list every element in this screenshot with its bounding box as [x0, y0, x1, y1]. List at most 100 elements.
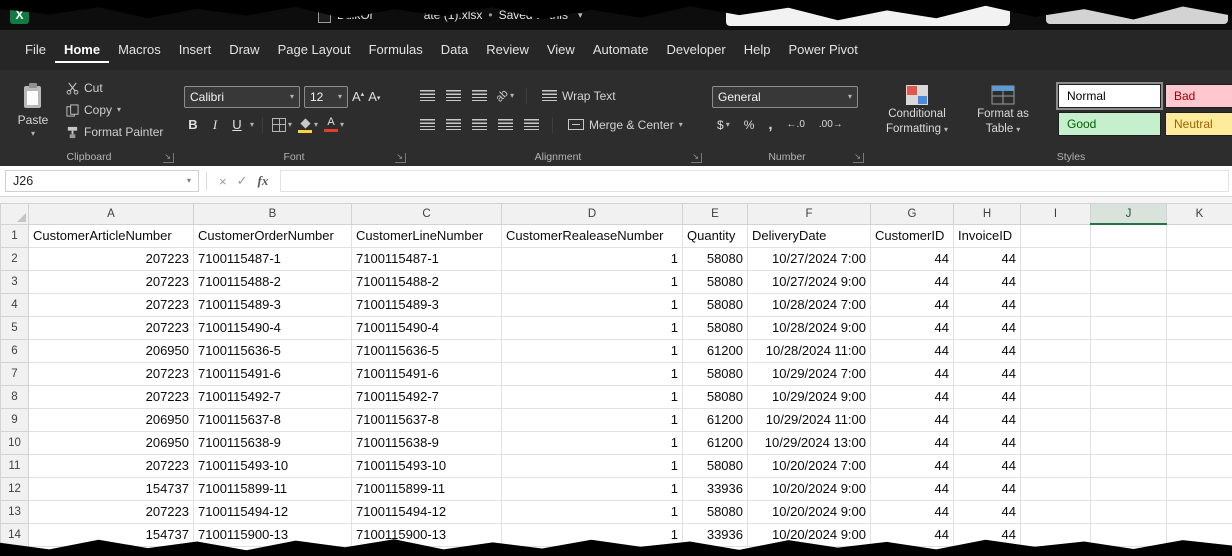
cell-F2[interactable]: 10/27/2024 7:00: [748, 248, 871, 271]
cell-K2[interactable]: [1167, 248, 1232, 271]
cell-style-good[interactable]: Good: [1058, 112, 1161, 136]
clipboard-dialog-launcher-icon[interactable]: ↘: [163, 153, 174, 163]
cell-J11[interactable]: [1091, 455, 1167, 478]
menu-tab-page-layout[interactable]: Page Layout: [269, 37, 360, 64]
number-format-select[interactable]: General ▾: [712, 86, 858, 108]
cell-A5[interactable]: 207223: [29, 317, 194, 340]
comma-style-button[interactable]: ,: [763, 115, 777, 135]
cell-B11[interactable]: 7100115493-10: [194, 455, 352, 478]
menu-tab-data[interactable]: Data: [432, 37, 477, 64]
bold-button[interactable]: B: [184, 117, 202, 132]
cell-H14[interactable]: 44: [954, 524, 1021, 547]
cell-E1[interactable]: Quantity: [683, 224, 748, 248]
merge-center-button[interactable]: Merge & Center ▾: [563, 114, 688, 136]
cell-E11[interactable]: 58080: [683, 455, 748, 478]
cell-K10[interactable]: [1167, 432, 1232, 455]
cell-B13[interactable]: 7100115494-12: [194, 501, 352, 524]
cell-H11[interactable]: 44: [954, 455, 1021, 478]
row-header-4[interactable]: 4: [1, 294, 29, 317]
cell-D10[interactable]: 1: [502, 432, 683, 455]
row-header-6[interactable]: 6: [1, 340, 29, 363]
cell-E14[interactable]: 33936: [683, 524, 748, 547]
cell-A2[interactable]: 207223: [29, 248, 194, 271]
cell-E6[interactable]: 61200: [683, 340, 748, 363]
align-right-button[interactable]: [468, 115, 490, 135]
cell-F11[interactable]: 10/20/2024 7:00: [748, 455, 871, 478]
conditional-formatting-button[interactable]: Conditional Formatting▾: [874, 73, 960, 147]
cell-D12[interactable]: 1: [502, 478, 683, 501]
cell-I1[interactable]: [1021, 224, 1091, 248]
search-box[interactable]: [726, 4, 1010, 26]
borders-button[interactable]: ▾: [271, 115, 293, 135]
font-color-button[interactable]: A ▾: [323, 115, 345, 135]
insert-function-icon[interactable]: fx: [253, 173, 274, 189]
cell-J6[interactable]: [1091, 340, 1167, 363]
align-bottom-button[interactable]: [468, 86, 490, 106]
row-header-3[interactable]: 3: [1, 271, 29, 294]
cell-A10[interactable]: 206950: [29, 432, 194, 455]
cell-H9[interactable]: 44: [954, 409, 1021, 432]
cell-A7[interactable]: 207223: [29, 363, 194, 386]
cell-E7[interactable]: 58080: [683, 363, 748, 386]
row-header-5[interactable]: 5: [1, 317, 29, 340]
cell-style-bad[interactable]: Bad: [1165, 84, 1232, 108]
cell-H1[interactable]: InvoiceID: [954, 224, 1021, 248]
italic-button[interactable]: I: [206, 117, 224, 133]
select-all-corner[interactable]: [1, 204, 29, 225]
cell-B12[interactable]: 7100115899-11: [194, 478, 352, 501]
cell-D6[interactable]: 1: [502, 340, 683, 363]
percent-style-button[interactable]: %: [739, 115, 760, 135]
cell-H8[interactable]: 44: [954, 386, 1021, 409]
cell-C8[interactable]: 7100115492-7: [352, 386, 502, 409]
underline-button[interactable]: U: [228, 117, 246, 132]
cell-F7[interactable]: 10/29/2024 7:00: [748, 363, 871, 386]
cell-J14[interactable]: [1091, 524, 1167, 547]
font-family-select[interactable]: Calibri ▾: [184, 86, 300, 108]
cell-C10[interactable]: 7100115638-9: [352, 432, 502, 455]
chevron-down-icon[interactable]: ▾: [187, 177, 191, 185]
cell-B2[interactable]: 7100115487-1: [194, 248, 352, 271]
number-dialog-launcher-icon[interactable]: ↘: [853, 153, 864, 163]
cell-B7[interactable]: 7100115491-6: [194, 363, 352, 386]
cell-J10[interactable]: [1091, 432, 1167, 455]
row-header-12[interactable]: 12: [1, 478, 29, 501]
cell-H3[interactable]: 44: [954, 271, 1021, 294]
cell-D2[interactable]: 1: [502, 248, 683, 271]
cell-style-normal[interactable]: Normal: [1058, 84, 1161, 108]
menu-tab-developer[interactable]: Developer: [657, 37, 734, 64]
cell-J12[interactable]: [1091, 478, 1167, 501]
cell-I14[interactable]: [1021, 524, 1091, 547]
menu-tab-help[interactable]: Help: [735, 37, 780, 64]
cell-J9[interactable]: [1091, 409, 1167, 432]
cell-J8[interactable]: [1091, 386, 1167, 409]
col-header-J[interactable]: J: [1091, 204, 1167, 225]
cell-G2[interactable]: 44: [871, 248, 954, 271]
cell-G10[interactable]: 44: [871, 432, 954, 455]
row-header-7[interactable]: 7: [1, 363, 29, 386]
cell-G5[interactable]: 44: [871, 317, 954, 340]
cell-F13[interactable]: 10/20/2024 9:00: [748, 501, 871, 524]
cell-F14[interactable]: 10/20/2024 9:00: [748, 524, 871, 547]
col-header-K[interactable]: K: [1167, 204, 1232, 225]
menu-tab-automate[interactable]: Automate: [584, 37, 658, 64]
cell-B1[interactable]: CustomerOrderNumber: [194, 224, 352, 248]
cell-I7[interactable]: [1021, 363, 1091, 386]
cell-D4[interactable]: 1: [502, 294, 683, 317]
cell-H13[interactable]: 44: [954, 501, 1021, 524]
cell-H10[interactable]: 44: [954, 432, 1021, 455]
cell-C12[interactable]: 7100115899-11: [352, 478, 502, 501]
menu-tab-macros[interactable]: Macros: [109, 37, 170, 64]
col-header-G[interactable]: G: [871, 204, 954, 225]
align-center-button[interactable]: [442, 115, 464, 135]
cell-H2[interactable]: 44: [954, 248, 1021, 271]
col-header-D[interactable]: D: [502, 204, 683, 225]
cell-I10[interactable]: [1021, 432, 1091, 455]
cell-F8[interactable]: 10/29/2024 9:00: [748, 386, 871, 409]
cell-E5[interactable]: 58080: [683, 317, 748, 340]
menu-tab-home[interactable]: Home: [55, 37, 109, 64]
decrease-decimal-button[interactable]: .00→: [814, 115, 848, 135]
cell-I4[interactable]: [1021, 294, 1091, 317]
cell-A3[interactable]: 207223: [29, 271, 194, 294]
cell-J7[interactable]: [1091, 363, 1167, 386]
cell-G6[interactable]: 44: [871, 340, 954, 363]
